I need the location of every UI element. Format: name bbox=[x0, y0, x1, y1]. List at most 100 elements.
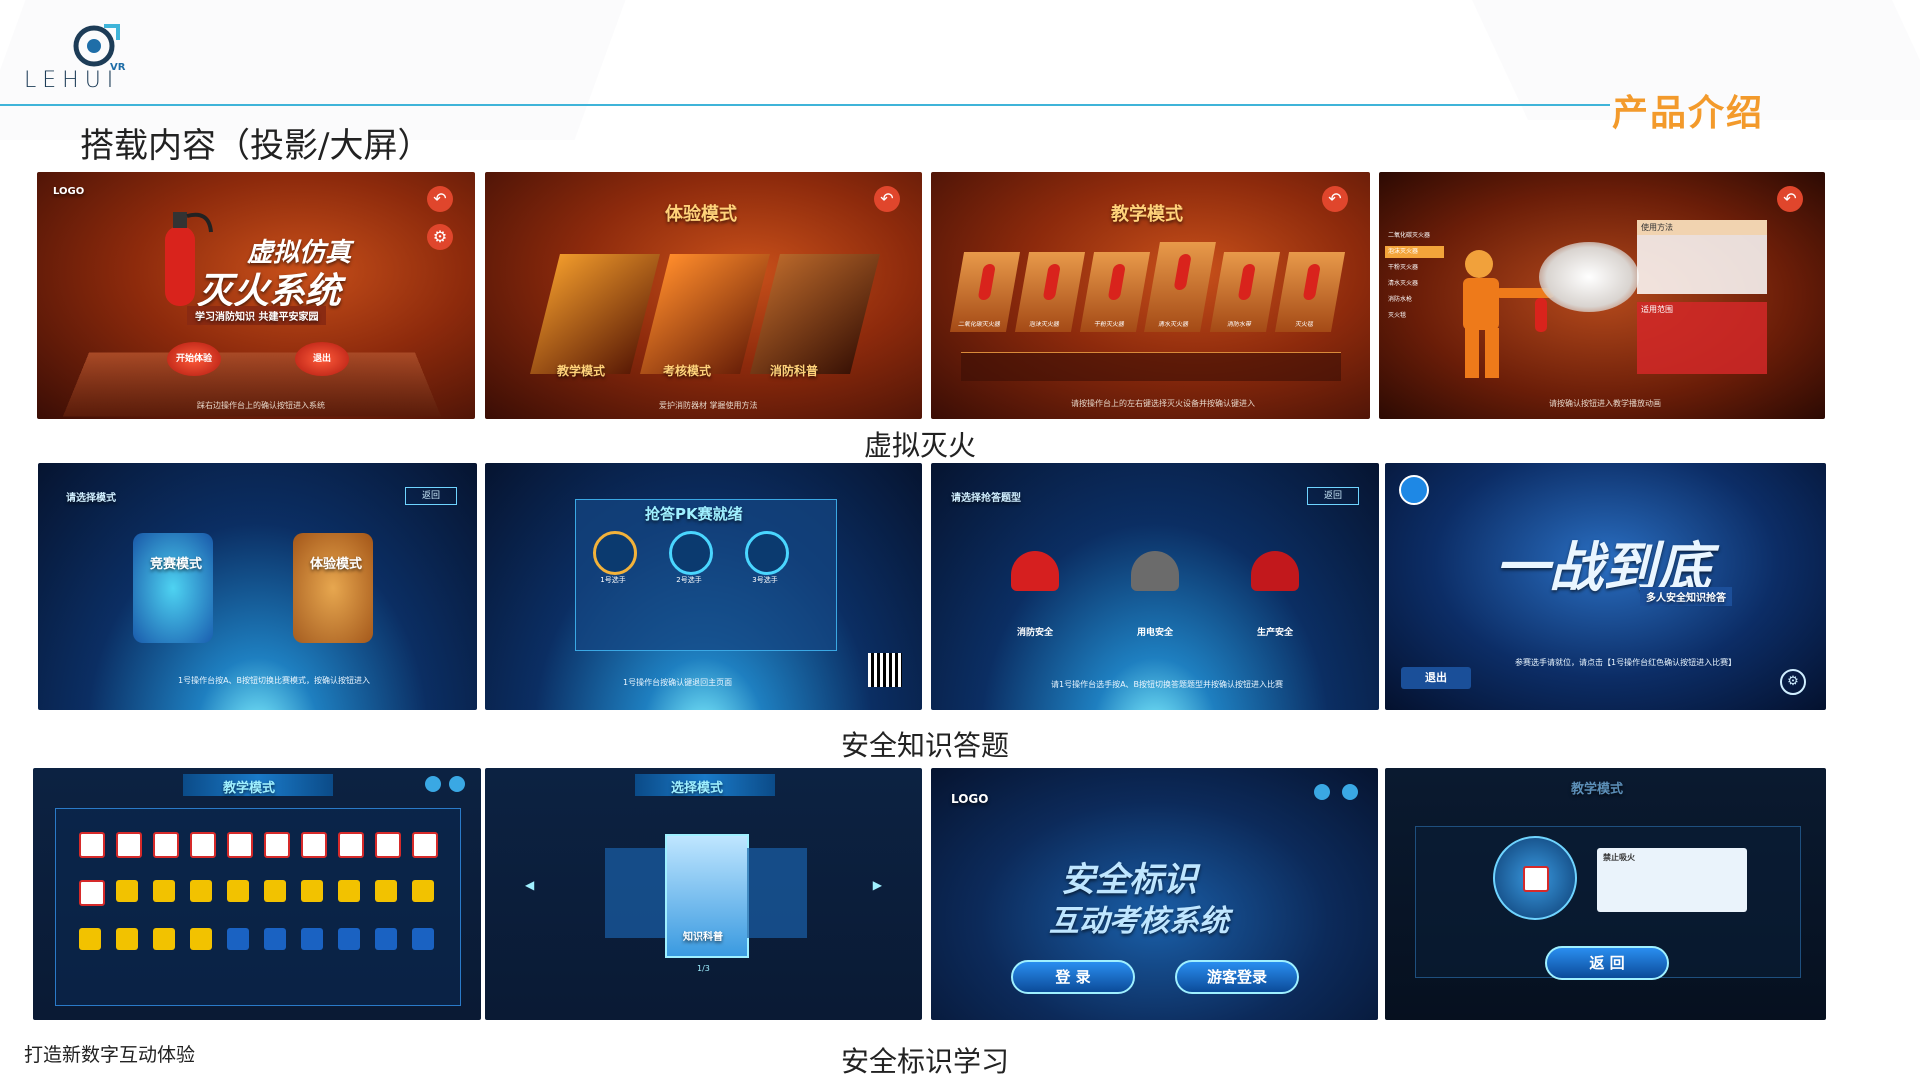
contest-mode-label: 竞赛模式 bbox=[150, 557, 203, 572]
extinguisher-icon bbox=[1302, 264, 1321, 300]
safety-sign-icon[interactable] bbox=[153, 880, 175, 902]
demo-menu-item[interactable]: 灭火毯 bbox=[1385, 310, 1444, 322]
quiz-type-icon[interactable] bbox=[1011, 551, 1059, 591]
caption-row1: 虚拟灭火 bbox=[863, 429, 976, 462]
settings-icon[interactable]: ⚙ bbox=[1780, 669, 1806, 695]
safety-sign-icon[interactable] bbox=[375, 880, 397, 902]
thumb-quiz-type: 请选择抢答题型 返回 请1号操作台选手按A、B按钮切换答题题型并按确认按钮进入比… bbox=[931, 463, 1379, 710]
battle-hint: 参赛选手请就位，请点击【1号操作台红色确认按钮进入比赛】 bbox=[1515, 658, 1737, 667]
thumb-fire-mode: 体验模式 ↶ 教学模式 考核模式 消防科普 爱护消防器材 掌握使用方法 bbox=[485, 172, 922, 419]
back-icon[interactable]: ↶ bbox=[874, 186, 900, 212]
login-button[interactable]: 登 录 bbox=[1011, 960, 1135, 994]
experience-mode-pillar[interactable] bbox=[293, 533, 373, 643]
card-right[interactable] bbox=[747, 848, 807, 938]
extinguisher-card[interactable]: 消防水带 bbox=[1209, 252, 1281, 332]
extinguisher-card[interactable]: 泡沫灭火器 bbox=[1014, 252, 1086, 332]
demo-menu-item[interactable]: 泡沫灭火器 bbox=[1385, 246, 1444, 258]
select-page: 1/3 bbox=[697, 964, 710, 973]
safety-sign-icon[interactable] bbox=[412, 832, 438, 858]
back-icon[interactable] bbox=[449, 776, 465, 792]
caption-row3: 安全标识学习 bbox=[840, 1045, 1009, 1076]
detail-back-button[interactable]: 返 回 bbox=[1545, 946, 1669, 980]
safety-sign-icon[interactable] bbox=[190, 880, 212, 902]
safety-sign-icon[interactable] bbox=[375, 832, 401, 858]
back-icon[interactable]: ↶ bbox=[427, 186, 453, 212]
quiz-hint: 1号操作台按A、B按钮切换比赛模式，按确认按钮进入 bbox=[178, 676, 371, 685]
safety-sign-icon[interactable] bbox=[301, 928, 323, 950]
thumb-logo: LOGO bbox=[53, 186, 85, 197]
back-icon[interactable]: ↶ bbox=[1777, 186, 1803, 212]
demo-menu-item[interactable]: 清水灭火器 bbox=[1385, 278, 1444, 290]
safety-sign-icon[interactable] bbox=[153, 928, 175, 950]
extinguisher-icon bbox=[1107, 264, 1126, 300]
extinguisher-card-label: 泡沫灭火器 bbox=[1028, 321, 1060, 328]
quiz-type-icon[interactable] bbox=[1251, 551, 1299, 591]
demo-menu-item[interactable]: 二氧化碳灭火器 bbox=[1385, 230, 1444, 242]
pk-hint: 1号操作台按确认键退回主页面 bbox=[623, 678, 733, 687]
demo-menu-item[interactable]: 消防水枪 bbox=[1385, 294, 1444, 306]
back-icon[interactable]: ↶ bbox=[1322, 186, 1348, 212]
extinguisher-card-label: 灭火毯 bbox=[1294, 321, 1314, 328]
fire-subtitle: 学习消防知识 共建平安家园 bbox=[187, 306, 327, 325]
safety-sign-icon[interactable] bbox=[227, 928, 249, 950]
settings-icon[interactable] bbox=[1314, 784, 1330, 800]
quiz-type-icon[interactable] bbox=[1131, 551, 1179, 591]
player-label: 2号选手 bbox=[676, 576, 702, 584]
contest-mode-pillar[interactable] bbox=[133, 533, 213, 643]
safety-sign-icon[interactable] bbox=[190, 832, 216, 858]
type-back-button[interactable]: 返回 bbox=[1307, 487, 1359, 505]
start-button[interactable]: 开始体验 bbox=[167, 342, 221, 376]
safety-sign-icon[interactable] bbox=[375, 928, 397, 950]
demo-menu-item[interactable]: 干粉灭火器 bbox=[1385, 262, 1444, 274]
quiz-back-button[interactable]: 返回 bbox=[405, 487, 457, 505]
thumb-fire-demo: ↶ 使用方法 适用范围 请按确认按钮进入教学播放动画 二氧化碳灭火器 泡沫灭火器干… bbox=[1379, 172, 1825, 419]
arrow-left-icon[interactable]: ◀ bbox=[525, 878, 534, 892]
safety-sign-icon[interactable] bbox=[264, 880, 286, 902]
card-left[interactable] bbox=[605, 848, 665, 938]
safety-sign-icon[interactable] bbox=[412, 880, 434, 902]
safety-sign-icon[interactable] bbox=[264, 928, 286, 950]
safety-sign-icon[interactable] bbox=[338, 832, 364, 858]
settings-icon[interactable]: ⚙ bbox=[427, 224, 453, 250]
extinguisher-card[interactable]: 清水灭火器 bbox=[1144, 242, 1216, 332]
safety-sign-icon[interactable] bbox=[116, 832, 142, 858]
guest-login-button[interactable]: 游客登录 bbox=[1175, 960, 1299, 994]
safety-sign-icon[interactable] bbox=[227, 880, 249, 902]
safety-sign-icon[interactable] bbox=[301, 880, 323, 902]
mode-card-2[interactable] bbox=[640, 254, 770, 374]
sign-teach-title: 教学模式 bbox=[223, 781, 276, 796]
thumb-fire-home: LOGO ↶ ⚙ 虚拟仿真 灭火系统 学习消防知识 共建平安家园 开始体验 退出… bbox=[37, 172, 475, 419]
arrow-right-icon[interactable]: ▶ bbox=[873, 878, 882, 892]
extinguisher-card[interactable]: 灭火毯 bbox=[1274, 252, 1346, 332]
exit-button[interactable]: 退出 bbox=[295, 342, 349, 376]
sound-icon[interactable] bbox=[425, 776, 441, 792]
brand-title: 产品介绍 bbox=[1612, 93, 1765, 134]
safety-sign-icon[interactable] bbox=[338, 880, 360, 902]
player-label: 3号选手 bbox=[752, 576, 778, 584]
safety-sign-icon[interactable] bbox=[79, 832, 105, 858]
mode-card-3[interactable] bbox=[750, 254, 880, 374]
focused-sign-icon bbox=[1523, 866, 1549, 892]
extinguisher-card[interactable]: 干粉灭火器 bbox=[1079, 252, 1151, 332]
safety-sign-icon[interactable] bbox=[301, 832, 327, 858]
safety-sign-icon[interactable] bbox=[338, 928, 360, 950]
extinguisher-card[interactable]: 二氧化碳灭火器 bbox=[949, 252, 1021, 332]
safety-sign-icon[interactable] bbox=[412, 928, 434, 950]
safety-sign-icon[interactable] bbox=[227, 832, 253, 858]
battle-exit-button[interactable]: 退出 bbox=[1401, 667, 1471, 689]
extinguisher-icon bbox=[1173, 254, 1192, 290]
teach-title: 教学模式 bbox=[1111, 204, 1183, 225]
safety-sign-icon[interactable] bbox=[190, 928, 212, 950]
safety-sign-icon[interactable] bbox=[116, 928, 138, 950]
thumb-fire-teach: 教学模式 ↶ 请按操作台上的左右键选择灭火设备并按确认键进入 二氧化碳灭火器 泡沫… bbox=[931, 172, 1370, 419]
safety-sign-icon[interactable] bbox=[79, 928, 101, 950]
safety-sign-icon[interactable] bbox=[153, 832, 179, 858]
mode-title: 体验模式 bbox=[665, 204, 737, 225]
detail-title: 教学模式 bbox=[1571, 782, 1624, 797]
power-icon[interactable] bbox=[1342, 784, 1358, 800]
safety-sign-icon[interactable] bbox=[79, 880, 105, 906]
safety-sign-icon[interactable] bbox=[264, 832, 290, 858]
safety-sign-icon[interactable] bbox=[116, 880, 138, 902]
quiz-header: 请选择模式 bbox=[66, 493, 116, 504]
mode-card-1[interactable] bbox=[530, 254, 660, 374]
